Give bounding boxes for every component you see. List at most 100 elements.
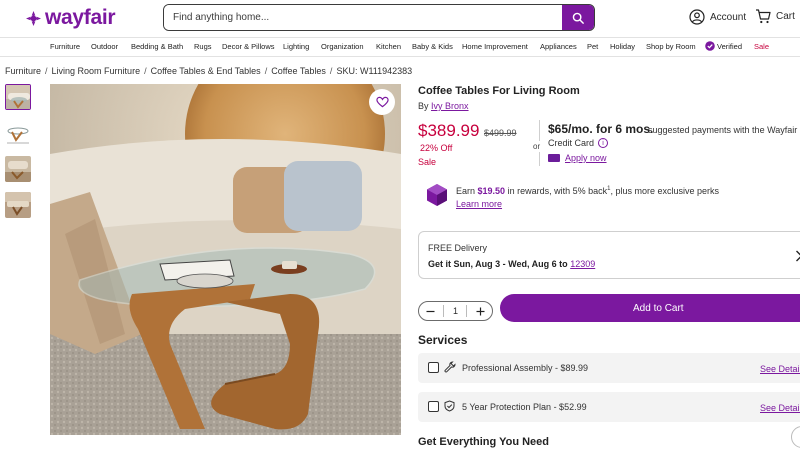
thumbnail-image <box>5 192 31 218</box>
breadcrumb-item-living-room-furniture[interactable]: Living Room Furniture <box>52 66 141 76</box>
delivery-zip-link[interactable]: 12309 <box>570 259 595 269</box>
nav-item-kitchen[interactable]: Kitchen <box>376 42 401 51</box>
service-row-assembly: Professional Assembly - $89.99 See Detai… <box>418 353 800 383</box>
breadcrumb-separator: / <box>264 66 268 76</box>
stepper-divider <box>443 305 445 317</box>
wrench-icon <box>444 361 456 373</box>
breadcrumb-item-coffee-tables[interactable]: Coffee Tables <box>271 66 326 76</box>
account-button[interactable]: Account <box>689 9 746 25</box>
rewards-earn-prefix: Earn <box>456 186 476 196</box>
search-button[interactable] <box>562 5 594 30</box>
brand-link[interactable]: Ivy Bronx <box>431 101 469 111</box>
verified-badge-icon <box>705 41 715 51</box>
thumbnail-image <box>5 120 31 146</box>
rewards-more: , plus more exclusive perks <box>610 186 720 196</box>
sale-price: $389.99 <box>418 121 480 140</box>
rewards-amount: $19.50 <box>477 186 506 196</box>
nav-item-verified[interactable]: Verified <box>705 41 742 51</box>
nav-item-appliances[interactable]: Appliances <box>540 42 577 51</box>
add-to-cart-button[interactable]: Add to Cart <box>500 294 800 322</box>
nav-item-rugs[interactable]: Rugs <box>194 42 212 51</box>
rewards-learn-more-link[interactable]: Learn more <box>456 199 502 209</box>
thumbnail-4[interactable] <box>5 192 31 218</box>
thumbnail-image <box>6 85 30 109</box>
credit-card-icon <box>548 154 560 162</box>
breadcrumb: Furniture / Living Room Furniture / Coffee T… <box>5 66 412 76</box>
quantity-stepper: 1 <box>418 301 493 321</box>
apply-now-link[interactable]: Apply now <box>565 153 607 163</box>
rewards-banner: Earn $19.50 in rewards, with 5% back1, p… <box>426 183 719 211</box>
nav-item-outdoor[interactable]: Outdoor <box>91 42 118 51</box>
sale-badge: Sale <box>418 157 437 167</box>
product-sku: SKU: W111942383 <box>336 66 413 76</box>
thumbnail-3[interactable] <box>5 156 31 182</box>
carousel-nav-button[interactable] <box>791 426 800 448</box>
nav-item-baby-kids[interactable]: Baby & Kids <box>412 42 453 51</box>
product-brand-line: By Ivy Bronx <box>418 101 469 111</box>
coffee-table-photo <box>50 84 401 435</box>
heart-icon <box>375 96 389 108</box>
rewards-cube-icon <box>427 184 447 206</box>
cart-icon <box>756 9 771 24</box>
monthly-payment: $65/mo. for 6 mos. <box>548 122 654 136</box>
brand-prefix: By <box>418 101 429 111</box>
delivery-box[interactable]: FREE Delivery Get it Sun, Aug 3 - Wed, A… <box>418 231 800 279</box>
nav-item-organization[interactable]: Organization <box>321 42 364 51</box>
breadcrumb-separator: / <box>144 66 147 76</box>
assembly-checkbox[interactable] <box>428 362 439 373</box>
discount-label: 22% Off <box>420 143 453 153</box>
logo-mark-icon <box>26 10 41 26</box>
breadcrumb-separator: / <box>329 66 333 76</box>
nav-item-sale[interactable]: Sale <box>754 42 769 51</box>
rewards-earn-suffix: in rewards, with 5% back <box>507 186 608 196</box>
account-label: Account <box>710 11 747 23</box>
assembly-label: Professional Assembly - $89.99 <box>462 363 589 373</box>
category-nav: Furniture Outdoor Bedding & Bath Rugs De… <box>0 37 800 57</box>
chevron-right-icon <box>796 250 800 262</box>
cart-label: Cart <box>776 11 795 22</box>
assembly-see-details-link[interactable]: See Details <box>760 364 800 374</box>
delivery-title: FREE Delivery <box>428 243 488 253</box>
user-icon <box>689 9 705 25</box>
search-icon <box>572 12 584 24</box>
nav-item-bedding-bath[interactable]: Bedding & Bath <box>131 42 183 51</box>
nav-item-furniture[interactable]: Furniture <box>50 42 80 51</box>
or-label: or <box>533 141 541 152</box>
breadcrumb-item-coffee-end-tables[interactable]: Coffee Tables & End Tables <box>151 66 261 76</box>
delivery-date-text: Get it Sun, Aug 3 - Wed, Aug 6 to <box>428 259 568 269</box>
rewards-text: Earn $19.50 in rewards, with 5% back1, p… <box>456 183 719 211</box>
nav-item-shop-by-room[interactable]: Shop by Room <box>646 42 696 51</box>
thumbnail-2[interactable] <box>5 120 31 146</box>
protection-see-details-link[interactable]: See Details <box>760 403 800 413</box>
info-icon[interactable]: i <box>598 138 609 148</box>
service-row-protection: 5 Year Protection Plan - $52.99 See Deta… <box>418 392 800 422</box>
wayfair-logo[interactable]: wayfair <box>26 6 116 30</box>
logo-text: wayfair <box>45 6 116 29</box>
services-heading: Services <box>418 333 468 347</box>
minus-icon[interactable] <box>426 307 435 316</box>
nav-item-holiday[interactable]: Holiday <box>610 42 635 51</box>
thumbnail-1[interactable] <box>5 84 31 110</box>
credit-card-label: Credit Card <box>548 138 595 148</box>
search-input[interactable] <box>164 5 562 30</box>
credit-card-line: Credit Card i <box>548 138 609 148</box>
verified-label: Verified <box>717 41 743 51</box>
site-header: wayfair Account Cart <box>0 0 800 36</box>
protection-checkbox[interactable] <box>428 401 439 412</box>
cart-button[interactable]: Cart <box>755 9 795 24</box>
product-title: Coffee Tables For Living Room <box>418 85 580 97</box>
delivery-date: Get it Sun, Aug 3 - Wed, Aug 6 to 12309 <box>428 259 595 269</box>
stepper-divider <box>466 305 468 317</box>
favorite-button[interactable] <box>369 89 395 115</box>
breadcrumb-item-furniture[interactable]: Furniture <box>5 66 41 76</box>
plus-icon[interactable] <box>476 307 485 316</box>
nav-item-lighting[interactable]: Lighting <box>283 42 309 51</box>
quantity-value[interactable]: 1 <box>453 306 458 316</box>
nav-item-decor-pillows[interactable]: Decor & Pillows <box>222 42 275 51</box>
nav-item-home-improvement[interactable]: Home Improvement <box>462 42 528 51</box>
original-price: $499.99 <box>484 128 517 138</box>
nav-item-pet[interactable]: Pet <box>587 42 598 51</box>
product-main-image <box>50 84 401 435</box>
apply-now-line: Apply now <box>548 153 607 163</box>
breadcrumb-separator: / <box>45 66 48 76</box>
